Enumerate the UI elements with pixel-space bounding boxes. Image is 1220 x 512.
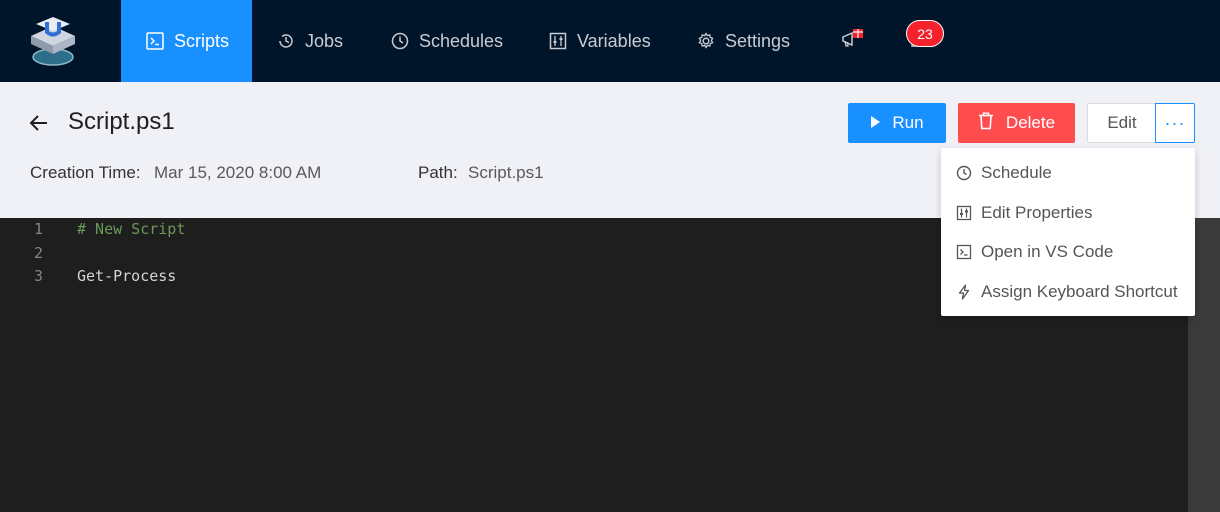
clock-icon <box>391 32 409 50</box>
announcement-gift-icon[interactable] <box>840 26 866 52</box>
lightning-icon <box>956 284 972 300</box>
delete-button[interactable]: Delete <box>958 103 1075 143</box>
page-title: Script.ps1 <box>68 108 175 135</box>
menu-item-assign-shortcut[interactable]: Assign Keyboard Shortcut <box>941 273 1195 311</box>
menu-item-label: Edit Properties <box>981 203 1093 222</box>
sliders-icon <box>956 205 972 221</box>
path-label: Path: <box>418 163 458 182</box>
line-number: 2 <box>34 244 44 262</box>
delete-button-label: Delete <box>1005 113 1056 132</box>
nav-item-label: Variables <box>577 30 651 51</box>
nav-item-label: Jobs <box>305 30 344 51</box>
code-line[interactable]: # New Script <box>77 220 185 238</box>
more-actions-button[interactable]: ··· <box>1155 103 1195 143</box>
trash-icon <box>978 112 994 135</box>
line-number: 3 <box>34 267 44 285</box>
logo-icon[interactable] <box>26 14 80 70</box>
menu-item-label: Assign Keyboard Shortcut <box>981 282 1178 301</box>
menu-item-label: Open in VS Code <box>981 242 1114 261</box>
clock-icon <box>956 165 972 181</box>
nav-item-settings[interactable]: Settings <box>697 0 790 82</box>
menu-item-schedule[interactable]: Schedule <box>941 154 1195 192</box>
menu-item-label: Schedule <box>981 163 1052 182</box>
run-button[interactable]: Run <box>848 103 946 143</box>
nav-item-scripts[interactable]: Scripts <box>121 0 252 82</box>
nav-item-label: Settings <box>725 30 791 51</box>
code-line[interactable]: Get-Process <box>77 267 176 285</box>
gear-icon <box>697 32 715 50</box>
nav-item-label: Scripts <box>174 30 230 51</box>
menu-item-edit-properties[interactable]: Edit Properties <box>941 194 1195 232</box>
play-icon <box>870 113 881 133</box>
path-value: Script.ps1 <box>468 163 544 182</box>
creation-time-label: Creation Time: <box>30 163 141 182</box>
sliders-icon <box>549 32 567 50</box>
nav-item-variables[interactable]: Variables <box>549 0 651 82</box>
nav-item-schedules[interactable]: Schedules <box>391 0 503 82</box>
notification-count-badge[interactable]: 23 <box>906 20 944 47</box>
top-nav: Scripts Jobs Schedules Variables Setting… <box>0 0 1220 82</box>
more-actions-menu: Schedule Edit Properties Open in VS Code… <box>941 148 1195 316</box>
edit-button[interactable]: Edit <box>1087 103 1156 143</box>
creation-time-value: Mar 15, 2020 8:00 AM <box>154 163 322 182</box>
line-number: 1 <box>34 220 44 238</box>
history-icon <box>277 32 295 50</box>
terminal-icon <box>956 244 972 260</box>
run-button-label: Run <box>892 113 924 132</box>
nav-item-label: Schedules <box>419 30 504 51</box>
menu-item-open-vscode[interactable]: Open in VS Code <box>941 233 1195 271</box>
terminal-icon <box>146 32 164 50</box>
back-arrow-icon[interactable] <box>28 112 50 134</box>
nav-item-jobs[interactable]: Jobs <box>277 0 343 82</box>
